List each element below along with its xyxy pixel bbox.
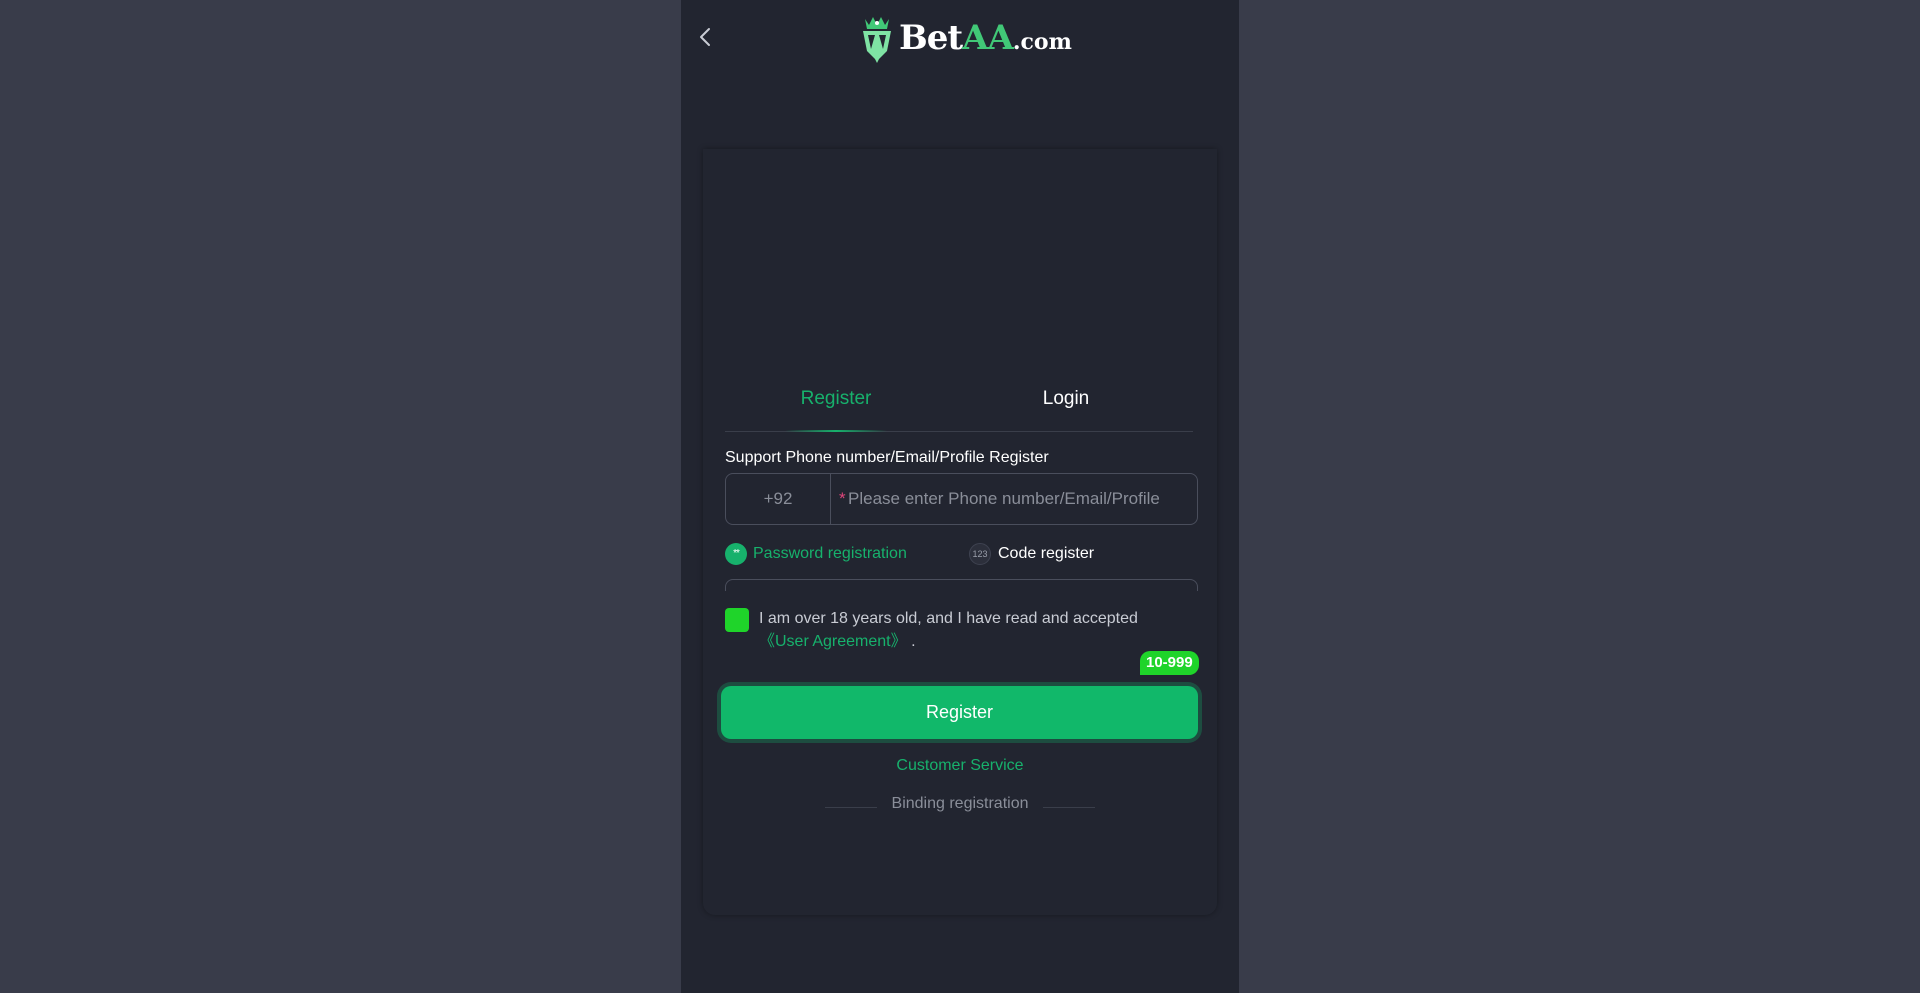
agreement-statement: I am over 18 years old, and I have read … bbox=[759, 610, 1138, 627]
register-button[interactable]: Register bbox=[721, 686, 1198, 739]
password-dots-icon: ** bbox=[725, 543, 747, 565]
code-register-label: Code register bbox=[998, 545, 1095, 562]
binding-registration-link[interactable]: Binding registration bbox=[703, 795, 1217, 813]
logo-wordmark: BetAA.com bbox=[899, 21, 1072, 55]
number-code-icon: 123 bbox=[969, 543, 991, 565]
account-input[interactable] bbox=[848, 474, 1193, 524]
required-mark: * bbox=[839, 489, 846, 508]
user-agreement-link[interactable]: 《User Agreement》 bbox=[759, 633, 907, 650]
country-code-select[interactable]: +92 bbox=[726, 474, 831, 524]
bonus-badge: 10-999 bbox=[1140, 651, 1199, 675]
account-field: +92 * bbox=[725, 473, 1198, 525]
password-field[interactable] bbox=[725, 579, 1198, 591]
agreement-period: . bbox=[911, 633, 916, 650]
crown-shield-icon bbox=[863, 17, 891, 63]
brand-logo[interactable]: BetAA.com bbox=[857, 12, 1072, 64]
chevron-left-icon[interactable] bbox=[695, 24, 717, 50]
customer-service-link[interactable]: Customer Service bbox=[703, 757, 1217, 775]
app-container: BetAA.com Register Login Support Phone n… bbox=[681, 0, 1239, 993]
tab-login[interactable]: Login bbox=[1015, 378, 1117, 431]
code-register-option[interactable]: 123 Code register bbox=[969, 542, 1094, 566]
auth-card: Register Login Support Phone number/Emai… bbox=[703, 149, 1217, 915]
logo-highlight: AA bbox=[962, 18, 1014, 58]
auth-tabs: Register Login bbox=[725, 378, 1193, 432]
tab-register[interactable]: Register bbox=[785, 378, 887, 432]
agreement-text: I am over 18 years old, and I have read … bbox=[759, 607, 1179, 653]
divider-right bbox=[1043, 807, 1095, 808]
top-bar: BetAA.com bbox=[681, 0, 1239, 149]
password-registration-option[interactable]: ** Password registration bbox=[725, 542, 907, 566]
logo-prefix: Bet bbox=[899, 18, 963, 58]
password-field-clip bbox=[725, 579, 1198, 591]
logo-suffix: .com bbox=[1012, 29, 1072, 55]
agreement-checkbox[interactable] bbox=[725, 608, 749, 632]
password-registration-label: Password registration bbox=[753, 545, 907, 562]
support-label: Support Phone number/Email/Profile Regis… bbox=[725, 449, 1049, 466]
